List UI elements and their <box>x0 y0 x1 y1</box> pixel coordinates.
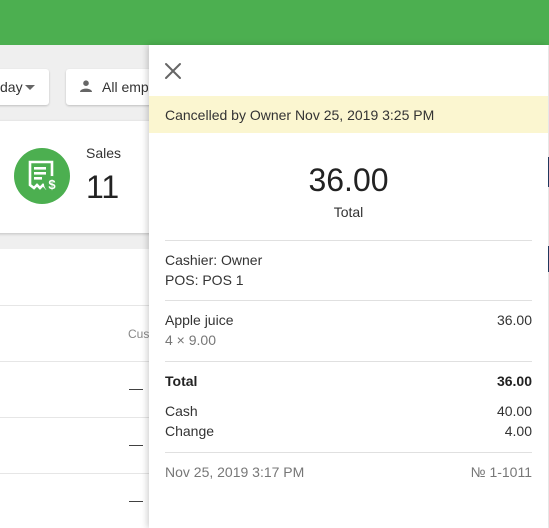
date-range-label: day <box>0 79 23 95</box>
svg-text:$: $ <box>48 177 56 192</box>
summary-total-value: 36.00 <box>496 373 532 389</box>
table-divider <box>0 305 160 306</box>
receipt-datetime: Nov 25, 2019 3:17 PM <box>165 464 305 480</box>
receipt-dollar-icon: $ <box>14 148 70 204</box>
employee-filter-label: All emp <box>102 79 149 95</box>
divider <box>165 452 532 453</box>
date-range-dropdown[interactable]: day <box>0 69 49 105</box>
app-header-bar <box>0 0 549 45</box>
cashier-info: Cashier: Owner <box>165 252 263 268</box>
item-name: Apple juice <box>165 312 234 328</box>
change-value: 4.00 <box>504 423 532 439</box>
item-qty-price: 4 × 9.00 <box>165 332 216 348</box>
receipt-detail-panel: Cancelled by Owner Nov 25, 2019 3:25 PM … <box>149 45 548 528</box>
divider <box>165 240 532 241</box>
sales-count: 11 <box>86 169 120 205</box>
chevron-down-icon <box>25 85 35 90</box>
person-icon <box>80 79 92 95</box>
receipt-total-caption: Total <box>333 204 364 220</box>
pos-info: POS: POS 1 <box>165 272 244 288</box>
cancelled-status-banner: Cancelled by Owner Nov 25, 2019 3:25 PM <box>149 96 548 133</box>
receipt-number: № 1-1011 <box>470 464 532 480</box>
close-button[interactable] <box>163 61 183 81</box>
divider <box>165 300 532 301</box>
cancelled-status-text: Cancelled by Owner Nov 25, 2019 3:25 PM <box>165 106 435 123</box>
summary-total-label: Total <box>165 373 198 389</box>
item-amount: 36.00 <box>496 312 532 328</box>
table-row[interactable]: — <box>129 436 143 452</box>
table-divider <box>0 361 160 362</box>
close-icon <box>165 63 181 79</box>
sales-label: Sales <box>86 145 122 161</box>
table-divider <box>0 417 160 418</box>
divider <box>165 361 532 362</box>
table-divider <box>0 473 160 474</box>
sales-summary-card[interactable]: $ Sales 11 <box>0 121 160 233</box>
customer-column-header[interactable]: Cus <box>128 327 149 341</box>
table-row[interactable]: — <box>129 380 143 396</box>
receipt-total-amount: 36.00 <box>308 162 389 198</box>
table-row[interactable]: — <box>129 492 143 508</box>
cash-value: 40.00 <box>496 403 532 419</box>
change-label: Change <box>165 423 215 439</box>
cash-label: Cash <box>165 403 198 419</box>
